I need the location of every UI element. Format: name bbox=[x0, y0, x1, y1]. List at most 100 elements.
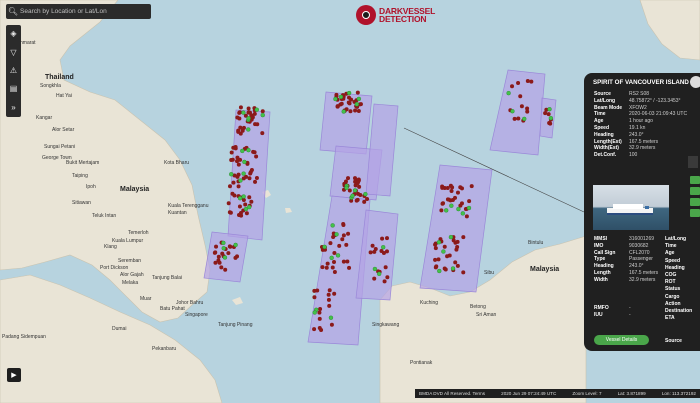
ais-detection-marker[interactable] bbox=[436, 240, 442, 245]
dark-detection-marker[interactable] bbox=[235, 159, 240, 164]
ais-detection-marker[interactable] bbox=[437, 268, 442, 274]
dark-detection-marker[interactable] bbox=[213, 260, 218, 265]
dark-detection-marker[interactable] bbox=[385, 275, 390, 280]
dark-detection-marker[interactable] bbox=[252, 111, 257, 116]
ais-detection-marker[interactable] bbox=[229, 172, 234, 177]
ais-detection-marker[interactable] bbox=[312, 310, 317, 315]
dark-detection-marker[interactable] bbox=[228, 244, 233, 249]
dark-detection-marker[interactable] bbox=[349, 97, 354, 102]
ais-detection-marker[interactable] bbox=[322, 244, 327, 249]
ais-detection-marker[interactable] bbox=[460, 211, 465, 216]
dark-detection-marker[interactable] bbox=[467, 199, 472, 204]
ais-detection-marker[interactable] bbox=[246, 127, 251, 132]
dark-detection-marker[interactable] bbox=[326, 292, 331, 297]
ais-detection-marker[interactable] bbox=[350, 193, 355, 198]
dark-detection-marker[interactable] bbox=[382, 279, 387, 284]
dark-detection-marker[interactable] bbox=[356, 108, 361, 113]
dark-detection-marker[interactable] bbox=[519, 104, 524, 109]
dark-detection-marker[interactable] bbox=[450, 198, 455, 203]
dark-detection-marker[interactable] bbox=[253, 179, 258, 184]
dark-detection-marker[interactable] bbox=[341, 223, 346, 228]
ais-detection-marker[interactable] bbox=[377, 271, 382, 277]
search-input[interactable]: Search by Location or Lat/Lon bbox=[20, 8, 107, 15]
search-bar[interactable]: 🔍︎ Search by Location or Lat/Lon bbox=[6, 4, 151, 19]
dark-detection-marker[interactable] bbox=[214, 244, 219, 249]
alert-icon[interactable]: ⚠︎ bbox=[10, 66, 17, 76]
dark-detection-marker[interactable] bbox=[312, 327, 317, 332]
vessel-details-button[interactable]: Vessel Details bbox=[594, 335, 649, 345]
ais-detection-marker[interactable] bbox=[510, 109, 515, 114]
dark-detection-marker[interactable] bbox=[326, 297, 331, 302]
ais-detection-marker[interactable] bbox=[466, 205, 472, 211]
ais-detection-marker[interactable] bbox=[241, 110, 246, 115]
dark-detection-marker[interactable] bbox=[372, 276, 377, 281]
dark-detection-marker[interactable] bbox=[461, 235, 466, 240]
ais-detection-marker[interactable] bbox=[372, 266, 378, 272]
dark-detection-marker[interactable] bbox=[434, 264, 439, 269]
ais-detection-marker[interactable] bbox=[246, 116, 251, 121]
dark-detection-marker[interactable] bbox=[216, 254, 221, 259]
dark-detection-marker[interactable] bbox=[449, 189, 454, 194]
dark-detection-marker[interactable] bbox=[453, 240, 458, 245]
dark-detection-marker[interactable] bbox=[454, 247, 459, 252]
dark-detection-marker[interactable] bbox=[331, 235, 336, 240]
dark-detection-marker[interactable] bbox=[344, 242, 349, 247]
ais-detection-marker[interactable] bbox=[449, 203, 454, 208]
ais-detection-marker[interactable] bbox=[330, 223, 335, 228]
ais-detection-marker[interactable] bbox=[381, 245, 386, 250]
dark-detection-marker[interactable] bbox=[332, 250, 337, 255]
dark-detection-marker[interactable] bbox=[436, 257, 441, 262]
ais-detection-marker[interactable] bbox=[346, 90, 352, 96]
dark-detection-marker[interactable] bbox=[226, 251, 231, 256]
dark-detection-marker[interactable] bbox=[239, 213, 244, 218]
filter-icon[interactable]: ▽ bbox=[10, 48, 16, 58]
ais-detection-marker[interactable] bbox=[354, 102, 359, 107]
dark-detection-marker[interactable] bbox=[332, 260, 337, 265]
ais-detection-marker[interactable] bbox=[221, 240, 226, 246]
dark-detection-marker[interactable] bbox=[346, 176, 351, 181]
ais-detection-marker[interactable] bbox=[333, 96, 338, 102]
action-button-2[interactable] bbox=[690, 187, 700, 195]
dark-detection-marker[interactable] bbox=[236, 129, 241, 134]
dark-detection-marker[interactable] bbox=[251, 149, 256, 154]
dark-detection-marker[interactable] bbox=[340, 237, 345, 242]
dark-detection-marker[interactable] bbox=[327, 288, 332, 293]
ais-detection-marker[interactable] bbox=[241, 171, 246, 176]
dark-detection-marker[interactable] bbox=[383, 265, 388, 270]
dark-detection-marker[interactable] bbox=[355, 90, 360, 95]
dark-detection-marker[interactable] bbox=[516, 116, 521, 121]
dark-detection-marker[interactable] bbox=[548, 121, 553, 126]
dark-detection-marker[interactable] bbox=[217, 260, 222, 265]
dark-detection-marker[interactable] bbox=[357, 184, 362, 189]
dark-detection-marker[interactable] bbox=[384, 236, 389, 241]
ais-detection-marker[interactable] bbox=[254, 107, 259, 112]
dark-detection-marker[interactable] bbox=[354, 198, 359, 203]
dark-detection-marker[interactable] bbox=[469, 184, 474, 189]
dark-detection-marker[interactable] bbox=[529, 79, 534, 84]
dark-detection-marker[interactable] bbox=[238, 105, 243, 110]
dark-detection-marker[interactable] bbox=[370, 243, 375, 248]
dark-detection-marker[interactable] bbox=[381, 251, 386, 256]
ais-detection-marker[interactable] bbox=[450, 266, 456, 271]
dark-detection-marker[interactable] bbox=[525, 106, 530, 111]
dark-detection-marker[interactable] bbox=[518, 94, 523, 99]
ais-detection-marker[interactable] bbox=[233, 242, 238, 248]
dark-detection-marker[interactable] bbox=[464, 214, 469, 219]
dark-detection-marker[interactable] bbox=[332, 269, 337, 274]
ais-detection-marker[interactable] bbox=[221, 246, 226, 251]
dark-detection-marker[interactable] bbox=[337, 243, 342, 248]
dark-detection-marker[interactable] bbox=[543, 111, 548, 116]
ais-detection-marker[interactable] bbox=[241, 194, 246, 199]
dark-detection-marker[interactable] bbox=[320, 265, 325, 270]
ais-detection-marker[interactable] bbox=[341, 109, 346, 114]
dark-detection-marker[interactable] bbox=[253, 122, 258, 127]
dark-detection-marker[interactable] bbox=[332, 291, 337, 296]
ais-detection-marker[interactable] bbox=[335, 253, 341, 258]
dark-detection-marker[interactable] bbox=[325, 261, 330, 266]
dark-detection-marker[interactable] bbox=[260, 109, 265, 114]
dark-detection-marker[interactable] bbox=[447, 253, 452, 258]
action-button-1[interactable] bbox=[690, 176, 700, 184]
dark-detection-marker[interactable] bbox=[230, 157, 235, 162]
dark-detection-marker[interactable] bbox=[458, 185, 463, 190]
dark-detection-marker[interactable] bbox=[247, 176, 252, 181]
